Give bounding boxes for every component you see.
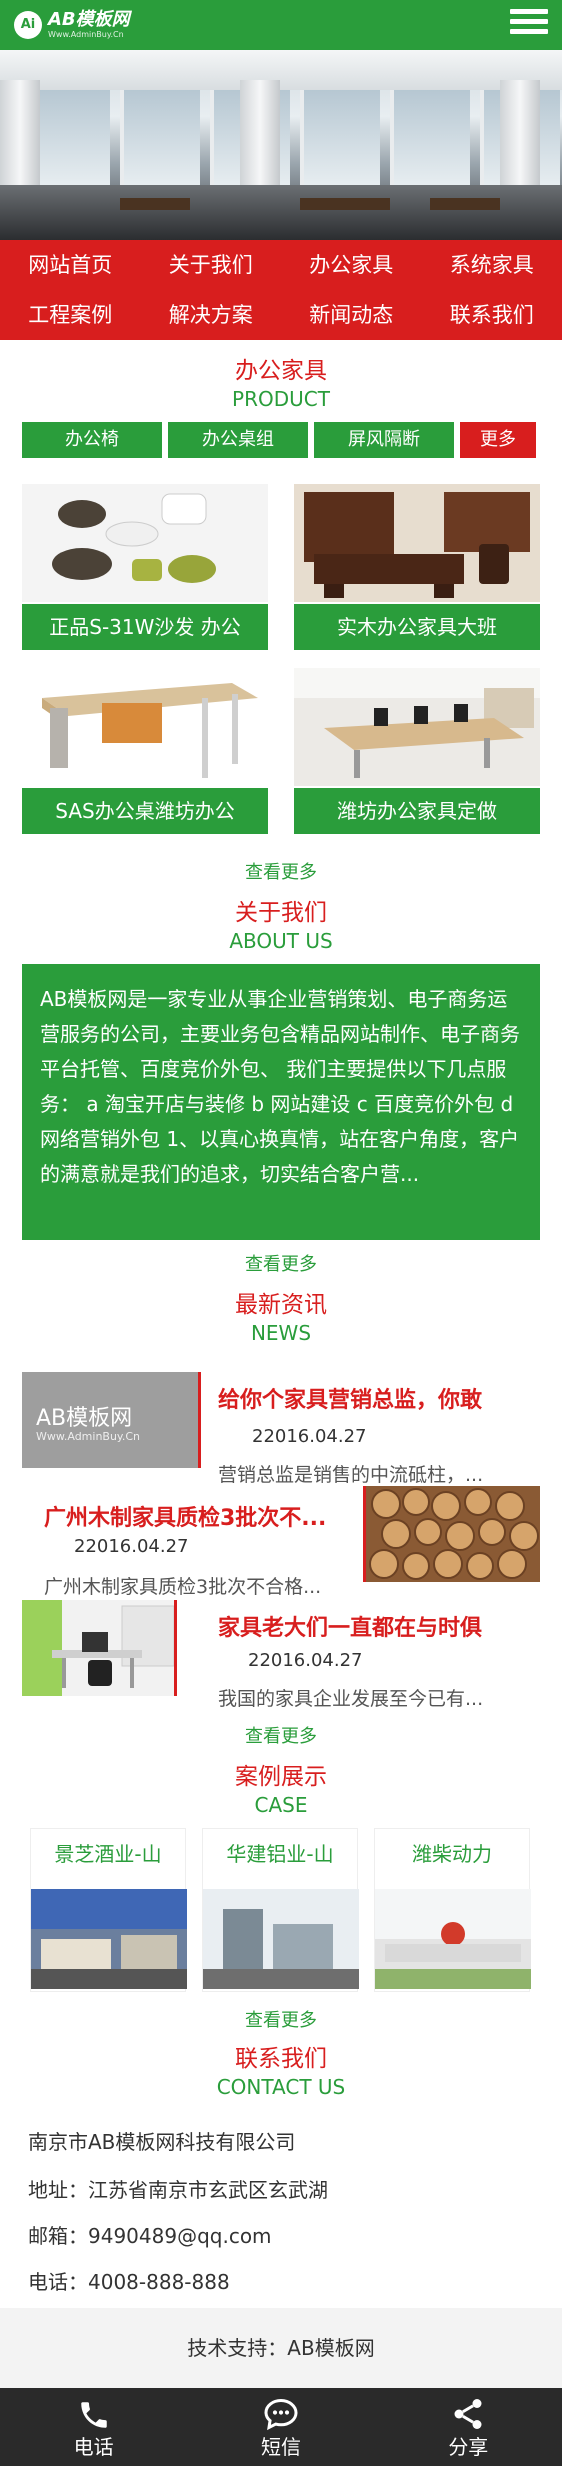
product-section-title: 办公家具 PRODUCT [232,358,330,411]
product-card[interactable]: SAS办公桌潍坊办公 [22,668,268,834]
bottom-action-bar: 电话 短信 分享 [0,2388,562,2466]
case-card[interactable]: 景芝酒业-山 [30,1828,187,1992]
hero-banner[interactable] [0,50,562,240]
case-title: 景芝酒业-山 [54,1842,162,1866]
tab-office-desk[interactable]: 办公桌组 [168,422,308,458]
product-caption: 正品S-31W沙发 办公 [22,604,268,650]
share-icon [375,2388,562,2432]
product-tabs: 办公椅 办公桌组 屏风隔断 更多 [22,422,536,458]
call-label: 电话 [73,2435,114,2459]
news-title: 广州木制家具质检3批次不... [44,1506,327,1531]
phone-icon [0,2388,187,2432]
tech-support: 技术支持：AB模板网 [0,2308,562,2388]
news-title: 给你个家具营销总监，你敢 [218,1388,483,1413]
nav-item-office-furniture[interactable]: 办公家具 [281,240,422,290]
logo-subtitle: Www.AdminBuy.Cn [48,30,124,39]
news-summary: 营销总监是销售的中流砥柱，... [218,1464,484,1486]
share-button[interactable]: 分享 [375,2388,562,2466]
news-thumbnail [366,1486,540,1582]
nav-item-home[interactable]: 网站首页 [0,240,141,290]
message-icon [187,2388,374,2432]
product-card[interactable]: 正品S-31W沙发 办公 [22,484,268,650]
tab-partition[interactable]: 屏风隔断 [314,422,454,458]
news-summary: 广州木制家具质检3批次不合格... [44,1576,322,1598]
product-caption: 潍坊办公家具定做 [294,788,540,834]
site-logo[interactable]: Ai AB模板网 Www.AdminBuy.Cn [14,10,130,39]
product-more-link[interactable]: 查看更多 [0,858,562,884]
news-thumbnail: AB模板网 Www.AdminBuy.Cn [22,1372,198,1468]
product-image [22,484,268,602]
contact-address: 地址：江苏省南京市玄武区玄武湖 [28,2178,328,2202]
tab-office-chair[interactable]: 办公椅 [22,422,162,458]
product-card[interactable]: 潍坊办公家具定做 [294,668,540,834]
nav-item-system-furniture[interactable]: 系统家具 [422,240,562,290]
nav-item-contact[interactable]: 联系我们 [422,290,562,340]
logo-mark: Ai [14,10,42,39]
case-more-link[interactable]: 查看更多 [0,2006,562,2032]
news-more-link[interactable]: 查看更多 [0,1722,562,1748]
contact-section-title: 联系我们 CONTACT US [216,2046,346,2099]
top-header: Ai AB模板网 Www.AdminBuy.Cn [0,0,562,50]
news-title: 家具老大们一直都在与时俱 [218,1616,483,1641]
thumbnail-logo-text: AB模板网 [36,1406,133,1431]
hamburger-icon[interactable] [510,6,548,44]
sms-button[interactable]: 短信 [187,2388,374,2466]
tab-more[interactable]: 更多 [460,422,536,458]
product-caption: SAS办公桌潍坊办公 [22,788,268,834]
news-thumbnail [22,1600,174,1696]
thumbnail-logo-subtext: Www.AdminBuy.Cn [36,1430,141,1443]
news-date: 22016.04.27 [74,1536,189,1557]
product-image [294,668,540,786]
case-title: 潍柴动力 [412,1842,492,1866]
news-date: 22016.04.27 [252,1426,367,1447]
nav-item-solutions[interactable]: 解决方案 [141,290,282,340]
news-summary: 我国的家具企业发展至今已有... [218,1688,484,1710]
nav-item-projects[interactable]: 工程案例 [0,290,141,340]
case-title: 华建铝业-山 [226,1842,334,1866]
contact-email[interactable]: 邮箱：9490489@qq.com [28,2220,272,2249]
news-item[interactable]: AB模板网 Www.AdminBuy.Cn 给你个家具营销总监，你敢 22016… [22,1372,540,1486]
call-button[interactable]: 电话 [0,2388,187,2466]
share-label: 分享 [448,2435,489,2459]
case-section-title: 案例展示 CASE [235,1764,327,1817]
about-description: AB模板网是一家专业从事企业营销策划、电子商务运营服务的公司，主要业务包含精品网… [22,964,540,1240]
case-card[interactable]: 华建铝业-山 [202,1828,359,1992]
news-item[interactable]: 广州木制家具质检3批次不... 22016.04.27 广州木制家具质检3批次不… [22,1486,540,1598]
news-date: 22016.04.27 [248,1650,363,1671]
about-section-title: 关于我们 ABOUT US [229,900,333,953]
logo-title: AB模板网 [48,9,130,30]
product-card[interactable]: 实木办公家具大班 [294,484,540,650]
product-image [294,484,540,602]
nav-item-news[interactable]: 新闻动态 [281,290,422,340]
nav-item-about[interactable]: 关于我们 [141,240,282,290]
case-image [375,1889,531,1989]
contact-phone[interactable]: 电话：4008-888-888 [28,2266,230,2295]
product-caption: 实木办公家具大班 [294,604,540,650]
news-section-title: 最新资讯 NEWS [235,1292,327,1345]
main-nav: 网站首页 关于我们 办公家具 系统家具 工程案例 解决方案 新闻动态 联系我们 [0,240,562,340]
news-item[interactable]: 家具老大们一直都在与时俱 22016.04.27 我国的家具企业发展至今已有..… [22,1600,540,1710]
case-image [203,1889,359,1989]
case-image [31,1889,187,1989]
case-card[interactable]: 潍柴动力 [374,1828,531,1992]
contact-company: 南京市AB模板网科技有限公司 [28,2130,296,2154]
sms-label: 短信 [260,2435,301,2459]
product-image [22,668,268,786]
about-more-link[interactable]: 查看更多 [0,1250,562,1276]
